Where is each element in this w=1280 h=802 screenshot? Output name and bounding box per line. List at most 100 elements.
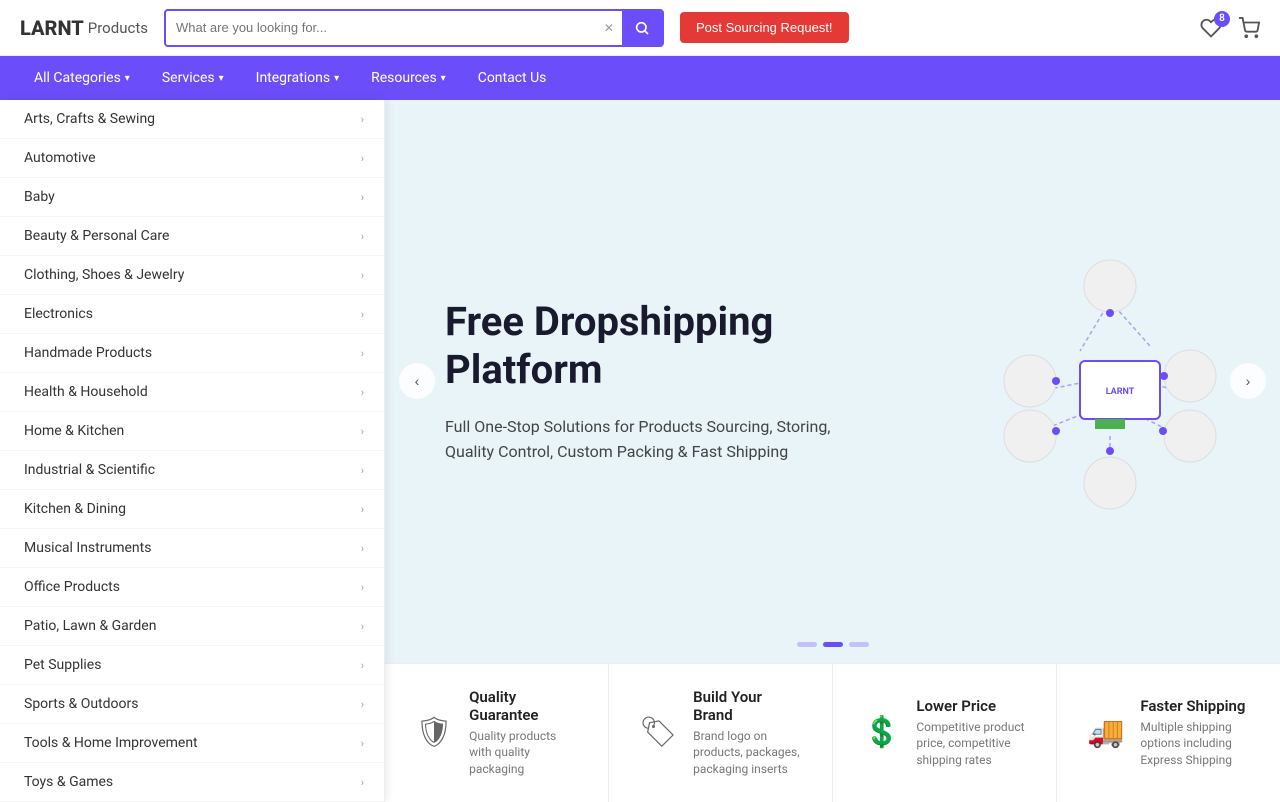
- sidebar-item-home---kitchen[interactable]: Home & Kitchen›: [0, 412, 384, 451]
- nav-integrations[interactable]: Integrations ▾: [242, 56, 353, 100]
- chevron-right-icon: ›: [361, 464, 364, 477]
- sidebar-item-label: Office Products: [24, 579, 120, 595]
- features-bar: 🛡 Quality Guarantee Quality products wit…: [385, 663, 1280, 802]
- hero-title: Free Dropshipping Platform: [445, 298, 845, 394]
- feature-title-1: Build Your Brand: [693, 688, 802, 724]
- chevron-down-icon: ▾: [441, 73, 446, 84]
- sidebar-item-label: Kitchen & Dining: [24, 501, 126, 517]
- sidebar-item-label: Musical Instruments: [24, 540, 151, 556]
- hero-subtitle: Full One-Stop Solutions for Products Sou…: [445, 414, 845, 465]
- chevron-right-icon: ›: [361, 698, 364, 711]
- logo-subtitle: Products: [88, 19, 148, 37]
- hero-dot-3[interactable]: [849, 642, 869, 647]
- sidebar-item-industrial---scientific[interactable]: Industrial & Scientific ›: [0, 451, 384, 490]
- header-icons: 8: [1200, 17, 1260, 39]
- sidebar-item-label: Industrial & Scientific: [24, 462, 155, 478]
- sidebar-item-tools---home-improvement[interactable]: Tools & Home Improvement ›: [0, 724, 384, 763]
- hero-dot-2[interactable]: [823, 642, 843, 647]
- wishlist-button[interactable]: 8: [1200, 17, 1222, 39]
- chevron-right-icon: ›: [361, 308, 364, 321]
- feature-text-3: Faster Shipping Multiple shipping option…: [1140, 697, 1250, 769]
- chevron-down-icon: ▾: [125, 73, 130, 84]
- sidebar-item-label: Health & Household: [24, 384, 148, 400]
- cart-button[interactable]: [1238, 17, 1260, 39]
- sidebar-item-label: Tools & Home Improvement: [24, 735, 198, 751]
- sidebar-item-sports---outdoors[interactable]: Sports & Outdoors ›: [0, 685, 384, 724]
- header: LARNT Products ✕ Post Sourcing Request! …: [0, 0, 1280, 56]
- sidebar-item-kitchen---dining[interactable]: Kitchen & Dining ›: [0, 490, 384, 529]
- chevron-right-icon: ›: [361, 152, 364, 165]
- feature-text-0: Quality Guarantee Quality products with …: [469, 688, 578, 778]
- sidebar-item-label: Automotive: [24, 150, 96, 166]
- sidebar-item-beauty---personal-care[interactable]: Beauty & Personal Care ›: [0, 217, 384, 256]
- sidebar-item-handmade-products[interactable]: Handmade Products ›: [0, 334, 384, 373]
- logo-brand: LARNT: [20, 16, 84, 40]
- sidebar-item-label: Pet Supplies: [24, 657, 101, 673]
- chevron-right-icon: ›: [361, 776, 364, 789]
- sidebar-item-label: Handmade Products: [24, 345, 152, 361]
- cart-icon: [1238, 17, 1260, 39]
- sidebar-item-label: Toys & Games: [24, 774, 113, 790]
- chevron-right-icon: ›: [361, 269, 364, 282]
- logo[interactable]: LARNT Products: [20, 16, 148, 40]
- nav-resources[interactable]: Resources ▾: [357, 56, 460, 100]
- categories-sidebar: Arts, Crafts & Sewing›Automotive›Baby›Be…: [0, 100, 385, 802]
- search-clear-icon[interactable]: ✕: [596, 21, 622, 35]
- svg-text:LARNT: LARNT: [1106, 387, 1135, 397]
- sidebar-item-pet-supplies[interactable]: Pet Supplies›: [0, 646, 384, 685]
- sidebar-item-electronics[interactable]: Electronics ›: [0, 295, 384, 334]
- feature-text-1: Build Your Brand Brand logo on products,…: [693, 688, 802, 778]
- feature-item-0: 🛡 Quality Guarantee Quality products wit…: [385, 664, 609, 802]
- search-button[interactable]: [622, 11, 662, 45]
- sidebar-item-label: Electronics: [24, 306, 93, 322]
- chevron-right-icon: ›: [361, 191, 364, 204]
- hero-prev-button[interactable]: ‹: [399, 363, 435, 399]
- sidebar-item-arts--crafts---sewing[interactable]: Arts, Crafts & Sewing›: [0, 100, 384, 139]
- chevron-down-icon: ▾: [334, 73, 339, 84]
- sidebar-item-health---household[interactable]: Health & Household ›: [0, 373, 384, 412]
- chevron-right-icon: ›: [361, 230, 364, 243]
- feature-desc-0: Quality products with quality packaging: [469, 728, 578, 778]
- wishlist-badge: 8: [1214, 11, 1230, 27]
- sidebar-item-label: Arts, Crafts & Sewing: [24, 111, 155, 127]
- chevron-right-icon: ›: [361, 386, 364, 399]
- hero-next-button[interactable]: ›: [1230, 363, 1266, 399]
- sidebar-item-musical-instruments[interactable]: Musical Instruments ›: [0, 529, 384, 568]
- search-icon: [634, 20, 650, 36]
- feature-desc-2: Competitive product price, competitive s…: [916, 719, 1026, 769]
- feature-title-2: Lower Price: [916, 697, 1026, 715]
- hero-dot-1[interactable]: [797, 642, 817, 647]
- sidebar-item-label: Sports & Outdoors: [24, 696, 138, 712]
- chevron-right-icon: ›: [361, 503, 364, 516]
- sidebar-item-toys---games[interactable]: Toys & Games ›: [0, 763, 384, 802]
- nav-services[interactable]: Services ▾: [148, 56, 238, 100]
- hero-content: Free Dropshipping Platform Full One-Stop…: [385, 258, 905, 505]
- sidebar-item-baby[interactable]: Baby›: [0, 178, 384, 217]
- search-bar: ✕: [164, 9, 664, 47]
- hero-banner: Free Dropshipping Platform Full One-Stop…: [385, 100, 1280, 663]
- feature-item-3: 🚚 Faster Shipping Multiple shipping opti…: [1057, 664, 1280, 802]
- chevron-down-icon: ▾: [219, 73, 224, 84]
- feature-icon-1: 🏷: [639, 715, 677, 750]
- nav-contact-us[interactable]: Contact Us: [464, 56, 561, 100]
- feature-item-2: 💲 Lower Price Competitive product price,…: [833, 664, 1057, 802]
- feature-icon-3: 🚚: [1087, 715, 1124, 750]
- hero-dots: [797, 642, 869, 647]
- chevron-right-icon: ›: [361, 347, 364, 360]
- sidebar-item-office-products[interactable]: Office Products›: [0, 568, 384, 607]
- post-sourcing-button[interactable]: Post Sourcing Request!: [680, 12, 849, 43]
- feature-title-3: Faster Shipping: [1140, 697, 1250, 715]
- chevron-right-icon: ›: [361, 737, 364, 750]
- feature-desc-1: Brand logo on products, packages, packag…: [693, 728, 802, 778]
- sidebar-item-automotive[interactable]: Automotive ›: [0, 139, 384, 178]
- chevron-right-icon: ›: [361, 542, 364, 555]
- main-nav: All Categories ▾ Services ▾ Integrations…: [0, 56, 1280, 100]
- search-input[interactable]: [166, 20, 596, 35]
- hero-illustration: 🏷 🛒 🔍 LARNT 📋 🏠: [1000, 251, 1220, 511]
- feature-icon-0: 🛡: [415, 715, 453, 750]
- sidebar-item-label: Beauty & Personal Care: [24, 228, 169, 244]
- sidebar-item-patio--lawn---garden[interactable]: Patio, Lawn & Garden›: [0, 607, 384, 646]
- sidebar-item-label: Clothing, Shoes & Jewelry: [24, 267, 184, 283]
- sidebar-item-clothing--shoes---jewelry[interactable]: Clothing, Shoes & Jewelry ›: [0, 256, 384, 295]
- nav-all-categories[interactable]: All Categories ▾: [20, 56, 144, 100]
